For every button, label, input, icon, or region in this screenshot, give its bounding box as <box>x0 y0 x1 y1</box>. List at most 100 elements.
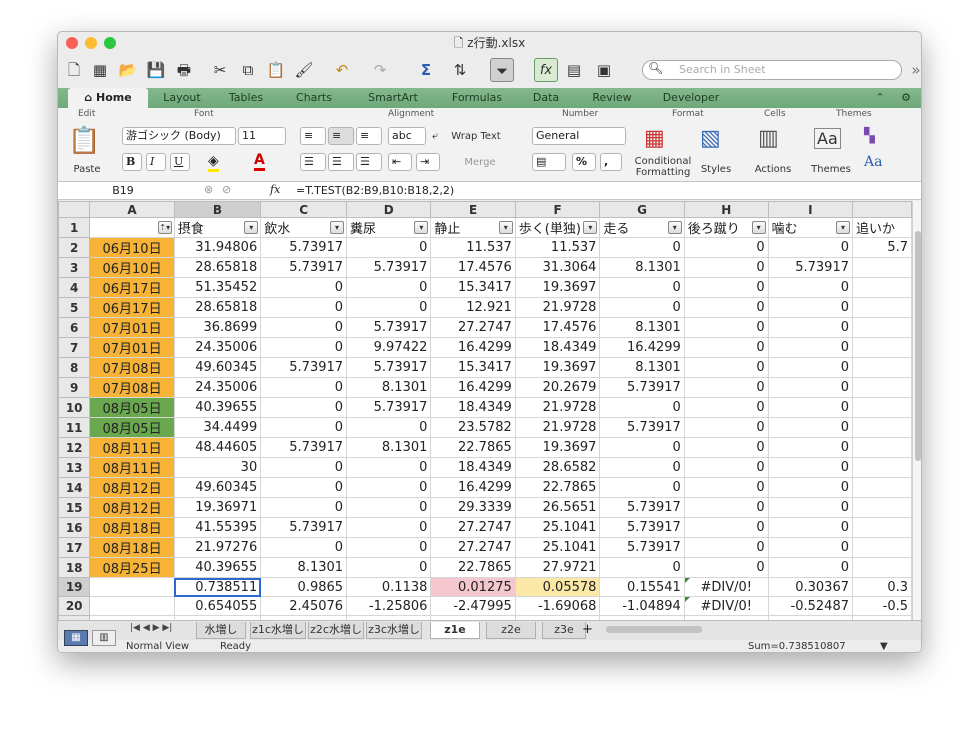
cell[interactable]: 0 <box>346 497 432 518</box>
cell[interactable]: 22.7865 <box>430 437 516 458</box>
new-document-icon[interactable]: 🗋 <box>62 58 86 82</box>
cell[interactable]: 5.73917 <box>260 517 348 538</box>
cell[interactable]: 08月05日 <box>89 417 175 438</box>
font-name-select[interactable]: 游ゴシック (Body) <box>122 127 236 145</box>
number-format-select[interactable]: General <box>532 127 626 145</box>
cell[interactable]: 08月18日 <box>89 537 175 558</box>
search-input[interactable]: Search in Sheet <box>642 60 902 80</box>
italic-button[interactable]: I <box>146 153 166 171</box>
cell[interactable]: 0 <box>346 277 432 298</box>
cell[interactable]: 15.3417 <box>430 277 516 298</box>
cell[interactable]: 5.73917 <box>260 357 348 378</box>
font-color-icon[interactable]: A <box>254 152 265 171</box>
cell[interactable]: 29.3339 <box>430 497 516 518</box>
cell[interactable]: 06月17日 <box>89 277 175 298</box>
cell[interactable]: 27.2747 <box>430 537 516 558</box>
sidebar-icon[interactable]: ▤ <box>562 58 586 82</box>
cell[interactable] <box>852 277 912 298</box>
cell[interactable] <box>852 377 912 398</box>
percent-button[interactable]: % <box>572 153 596 171</box>
sheet-tab-z3e[interactable]: z3e <box>542 622 586 639</box>
cell[interactable] <box>852 437 912 458</box>
cell[interactable]: 0.01275 <box>430 577 516 597</box>
close-window-button[interactable] <box>66 37 78 49</box>
cell[interactable]: 9.97422 <box>346 337 432 358</box>
cell[interactable] <box>852 357 912 378</box>
cell[interactable]: 0.05578 <box>514 577 601 597</box>
cell[interactable]: 5.73917 <box>767 257 854 278</box>
sheet-tab-z3c水増し[interactable]: z3c水増し <box>366 622 422 639</box>
cell[interactable]: 0.1138 <box>346 577 432 597</box>
cell[interactable]: 0 <box>767 357 854 378</box>
cell[interactable]: 0 <box>260 537 348 558</box>
cell[interactable]: 08月18日 <box>89 517 175 538</box>
format-painter-icon[interactable]: 🖌 <box>292 58 316 82</box>
status-dropdown-icon[interactable]: ▼ <box>880 640 888 652</box>
cell[interactable]: #DIV/0! <box>683 596 769 616</box>
media-browser-icon[interactable]: ▣ <box>592 58 616 82</box>
align-left-button[interactable]: ☰ <box>300 153 326 171</box>
column-header-J[interactable] <box>852 201 912 218</box>
cell[interactable]: 30 <box>173 457 262 478</box>
ribbon-settings-icon[interactable]: ⚙ <box>894 88 918 108</box>
cell[interactable]: 0 <box>767 337 854 358</box>
cell[interactable]: 8.1301 <box>260 557 348 578</box>
cell[interactable]: -1.25806 <box>346 596 432 616</box>
cell[interactable]: 0 <box>683 437 769 458</box>
minimize-window-button[interactable] <box>85 37 97 49</box>
cell[interactable]: 07月01日 <box>89 337 175 358</box>
cell[interactable]: 16.4299 <box>599 337 685 358</box>
row-header-1[interactable]: 1 <box>58 217 91 238</box>
add-sheet-icon[interactable]: + <box>582 622 593 637</box>
zoom-window-button[interactable] <box>104 37 116 49</box>
cell[interactable]: 11.537 <box>430 237 516 258</box>
cell[interactable]: 25.1041 <box>514 537 601 558</box>
align-right-button[interactable]: ☰ <box>356 153 382 171</box>
cell[interactable] <box>852 477 912 498</box>
cell[interactable]: 0 <box>346 457 432 478</box>
filter-dropdown-icon[interactable]: ▾ <box>583 221 598 234</box>
sort-icon[interactable]: ⇅ <box>448 58 472 82</box>
vertical-scroll-thumb[interactable] <box>915 231 921 461</box>
undo-icon[interactable]: ↶ <box>330 58 354 82</box>
cell[interactable] <box>89 577 175 597</box>
cell[interactable]: 0 <box>767 417 854 438</box>
cell[interactable]: 0 <box>260 477 348 498</box>
cell[interactable]: 8.1301 <box>346 377 432 398</box>
cell[interactable]: 15.3417 <box>430 357 516 378</box>
tab-charts[interactable]: Charts <box>286 88 342 108</box>
fill-color-icon[interactable]: ◈ <box>208 153 219 172</box>
column-header-I[interactable]: I <box>767 201 854 218</box>
header-cell[interactable]: 歩く(単独) ▾ <box>514 217 601 238</box>
row-header-17[interactable]: 17 <box>58 537 91 558</box>
cell[interactable]: 0 <box>683 337 769 358</box>
cell[interactable]: 07月08日 <box>89 357 175 378</box>
cell[interactable] <box>852 297 912 318</box>
conditional-formatting-button[interactable]: Conditional Formatting <box>632 156 694 178</box>
autosum-icon[interactable]: Σ <box>414 58 438 82</box>
row-header-3[interactable]: 3 <box>58 257 91 278</box>
row-header-8[interactable]: 8 <box>58 357 91 378</box>
filter-dropdown-icon[interactable]: ▾ <box>667 221 682 234</box>
cell[interactable]: 27.2747 <box>430 517 516 538</box>
cell[interactable]: 0 <box>767 237 854 258</box>
cell[interactable]: 5.7 <box>852 237 912 258</box>
cell[interactable]: 07月01日 <box>89 317 175 338</box>
cell[interactable]: 0 <box>683 457 769 478</box>
cells-actions-icon[interactable]: ▥ <box>758 126 779 151</box>
cell[interactable]: 26.5651 <box>514 497 601 518</box>
cell[interactable]: 0.9865 <box>260 577 348 597</box>
styles-icon[interactable]: ▧ <box>700 126 721 151</box>
cell[interactable]: 0 <box>346 417 432 438</box>
header-cell[interactable]: 静止 ▾ <box>430 217 516 238</box>
cell[interactable]: 06月10日 <box>89 237 175 258</box>
cell[interactable]: 51.35452 <box>173 277 262 298</box>
print-icon[interactable]: 🖶 <box>172 58 196 82</box>
header-cell[interactable]: 追いか <box>852 217 912 238</box>
cell[interactable]: 5.73917 <box>260 437 348 458</box>
cell[interactable]: 12.921 <box>430 297 516 318</box>
cell[interactable]: 08月05日 <box>89 397 175 418</box>
align-middle-button[interactable]: ≡ <box>328 127 354 145</box>
formula-input[interactable]: =T.TEST(B2:B9,B10:B18,2,2) <box>296 183 454 199</box>
cell[interactable]: 21.9728 <box>514 417 601 438</box>
